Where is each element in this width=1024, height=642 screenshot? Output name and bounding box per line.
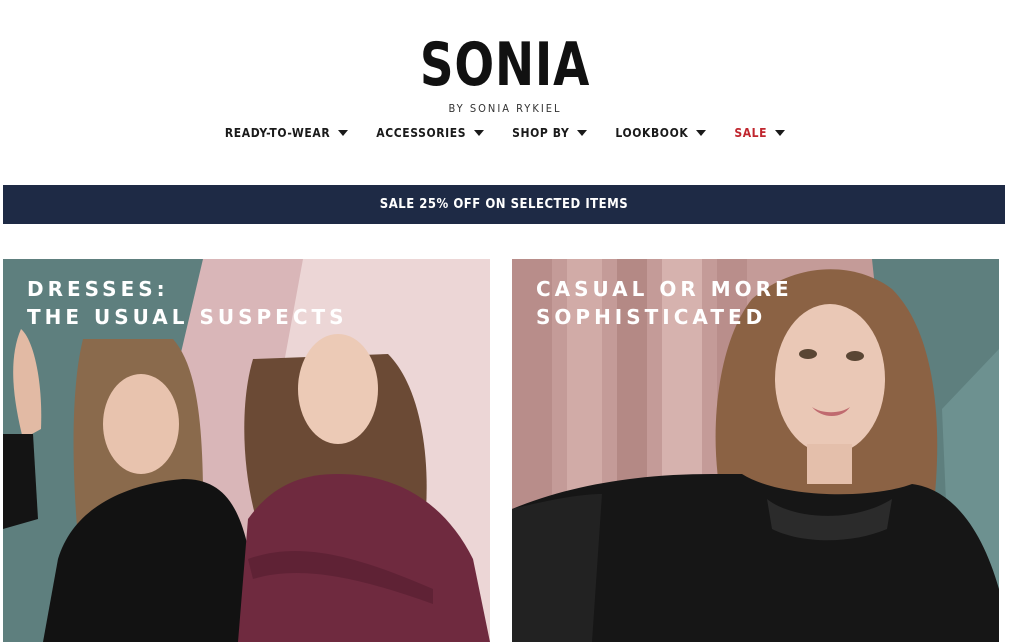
caret-down-icon bbox=[577, 130, 588, 136]
promo-text: SALE 25% OFF ON SELECTED ITEMS bbox=[379, 197, 629, 212]
nav-item-shop-by[interactable]: SHOP BY bbox=[512, 126, 588, 140]
nav-item-ready-to-wear[interactable]: READY-TO-WEAR bbox=[224, 126, 349, 140]
nav-item-lookbook[interactable]: LOOKBOOK bbox=[615, 126, 707, 140]
feature-panel-dresses[interactable]: DRESSES: THE USUAL SUSPECTS bbox=[3, 259, 490, 642]
panel-title-line: SOPHISTICATED bbox=[536, 305, 767, 329]
promo-banner[interactable]: SALE 25% OFF ON SELECTED ITEMS bbox=[3, 185, 1005, 224]
nav-label: SALE bbox=[734, 126, 768, 140]
nav-label: LOOKBOOK bbox=[615, 126, 689, 140]
panel-title: CASUAL OR MORE SOPHISTICATED bbox=[536, 275, 793, 331]
nav-label: READY-TO-WEAR bbox=[224, 126, 331, 140]
nav-item-accessories[interactable]: ACCESSORIES bbox=[376, 126, 485, 140]
feature-panel-casual[interactable]: CASUAL OR MORE SOPHISTICATED bbox=[512, 259, 999, 642]
caret-down-icon bbox=[474, 130, 485, 136]
nav-item-sale[interactable]: SALE bbox=[734, 126, 786, 140]
site-header: SONIA BY SONIA RYKIEL READY-TO-WEAR ACCE… bbox=[0, 0, 1024, 180]
panel-title-line: DRESSES: bbox=[27, 277, 169, 301]
main-nav: READY-TO-WEAR ACCESSORIES SHOP BY LOOKBO… bbox=[0, 126, 1010, 140]
panel-title: DRESSES: THE USUAL SUSPECTS bbox=[27, 275, 348, 331]
caret-down-icon bbox=[696, 130, 707, 136]
caret-down-icon bbox=[775, 130, 786, 136]
panel-title-line: CASUAL OR MORE bbox=[536, 277, 793, 301]
nav-label: SHOP BY bbox=[512, 126, 570, 140]
panel-title-line: THE USUAL SUSPECTS bbox=[27, 305, 348, 329]
brand-logo[interactable]: SONIA bbox=[111, 30, 899, 100]
brand-tagline: BY SONIA RYKIEL bbox=[448, 102, 562, 115]
caret-down-icon bbox=[338, 130, 349, 136]
nav-label: ACCESSORIES bbox=[376, 126, 467, 140]
